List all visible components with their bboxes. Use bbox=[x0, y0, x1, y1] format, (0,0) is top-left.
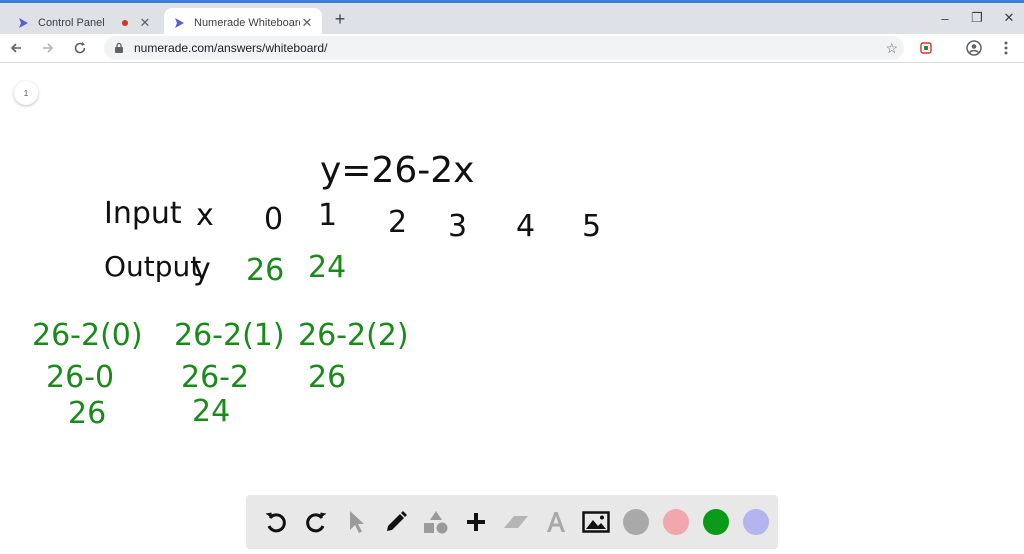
input-value: 5 bbox=[582, 209, 602, 244]
work-expression: 26-2(1) bbox=[174, 318, 285, 353]
account-icon bbox=[966, 40, 982, 56]
pink-swatch bbox=[663, 509, 689, 535]
work-expression: 26-2(2) bbox=[298, 318, 409, 353]
text-icon bbox=[547, 512, 565, 532]
close-tab-icon[interactable]: ✕ bbox=[300, 15, 314, 30]
back-button[interactable] bbox=[6, 38, 26, 58]
output-variable: y bbox=[193, 252, 211, 287]
numerade-favicon-icon bbox=[172, 16, 186, 30]
back-arrow-icon bbox=[10, 43, 21, 53]
whiteboard-canvas[interactable]: 1 y=26-2x Input x 0 1 2 3 4 5 Output y 2… bbox=[0, 63, 1024, 554]
green-swatch bbox=[703, 509, 729, 535]
color-swatch-lavender[interactable] bbox=[736, 502, 776, 542]
tab-title: Numerade Whiteboard bbox=[194, 16, 300, 29]
extension-button[interactable] bbox=[916, 38, 936, 58]
plus-icon bbox=[467, 513, 485, 531]
reload-icon bbox=[74, 42, 86, 54]
text-tool[interactable] bbox=[536, 502, 576, 542]
whiteboard-toolbar bbox=[246, 495, 778, 549]
page-number-badge[interactable]: 1 bbox=[14, 81, 38, 105]
input-value: 1 bbox=[318, 198, 338, 233]
color-swatch-pink[interactable] bbox=[656, 502, 696, 542]
pointer-tool[interactable] bbox=[336, 502, 376, 542]
input-label: Input bbox=[104, 196, 182, 231]
eraser-tool[interactable] bbox=[496, 502, 536, 542]
input-value: 0 bbox=[264, 202, 284, 237]
close-window-button[interactable]: ✕ bbox=[994, 7, 1024, 29]
shapes-icon bbox=[424, 511, 448, 534]
lock-icon bbox=[114, 42, 126, 54]
equation: y=26-2x bbox=[320, 150, 475, 191]
profile-button[interactable] bbox=[964, 38, 984, 58]
gray-swatch bbox=[623, 509, 649, 535]
image-tool[interactable] bbox=[576, 502, 616, 542]
add-tool[interactable] bbox=[456, 502, 496, 542]
tab-control-panel[interactable]: Control Panel ✕ bbox=[8, 8, 160, 37]
input-value: 4 bbox=[516, 209, 536, 244]
undo-icon bbox=[265, 512, 286, 533]
pen-icon bbox=[387, 511, 407, 531]
pen-tool[interactable] bbox=[376, 502, 416, 542]
lavender-swatch bbox=[743, 509, 769, 535]
extension-icon bbox=[920, 42, 932, 54]
work-step: 26-2 bbox=[181, 360, 250, 395]
shapes-tool[interactable] bbox=[416, 502, 456, 542]
numerade-favicon-icon bbox=[16, 16, 30, 30]
url-text: numerade.com/answers/whiteboard/ bbox=[134, 41, 328, 55]
output-value: 26 bbox=[246, 253, 285, 288]
input-variable: x bbox=[196, 198, 214, 233]
bookmark-star-icon[interactable]: ☆ bbox=[885, 40, 898, 57]
reload-button[interactable] bbox=[70, 38, 90, 58]
color-swatch-green[interactable] bbox=[696, 502, 736, 542]
work-step: 26 bbox=[308, 360, 347, 395]
close-tab-icon[interactable]: ✕ bbox=[138, 15, 152, 30]
work-result: 26 bbox=[68, 396, 107, 431]
redo-icon bbox=[306, 512, 327, 533]
work-expression: 26-2(0) bbox=[32, 318, 143, 353]
eraser-icon bbox=[504, 516, 528, 528]
minimize-button[interactable]: – bbox=[930, 7, 960, 29]
input-value: 3 bbox=[448, 209, 468, 244]
redo-button[interactable] bbox=[296, 502, 336, 542]
output-label: Output bbox=[104, 250, 202, 283]
output-value: 24 bbox=[308, 250, 347, 285]
recording-indicator-icon bbox=[122, 19, 128, 26]
new-tab-button[interactable]: + bbox=[330, 9, 350, 29]
address-bar[interactable]: numerade.com/answers/whiteboard/ ☆ bbox=[104, 36, 904, 60]
image-icon bbox=[582, 511, 610, 533]
more-vert-icon bbox=[1004, 41, 1008, 55]
menu-button[interactable] bbox=[996, 38, 1016, 58]
pointer-icon bbox=[350, 511, 364, 533]
maximize-button[interactable]: ❐ bbox=[962, 7, 992, 29]
tab-strip: Control Panel ✕ Numerade Whiteboard ✕ + … bbox=[0, 0, 1024, 37]
work-step: 26-0 bbox=[46, 360, 115, 395]
browser-toolbar: numerade.com/answers/whiteboard/ ☆ bbox=[0, 34, 1024, 63]
tab-numerade-whiteboard[interactable]: Numerade Whiteboard ✕ bbox=[164, 8, 322, 37]
tab-title: Control Panel bbox=[38, 16, 105, 29]
forward-arrow-icon bbox=[43, 43, 54, 53]
color-swatch-gray[interactable] bbox=[616, 502, 656, 542]
undo-button[interactable] bbox=[256, 502, 296, 542]
input-value: 2 bbox=[388, 205, 408, 240]
work-result: 24 bbox=[192, 394, 231, 429]
forward-button[interactable] bbox=[38, 38, 58, 58]
